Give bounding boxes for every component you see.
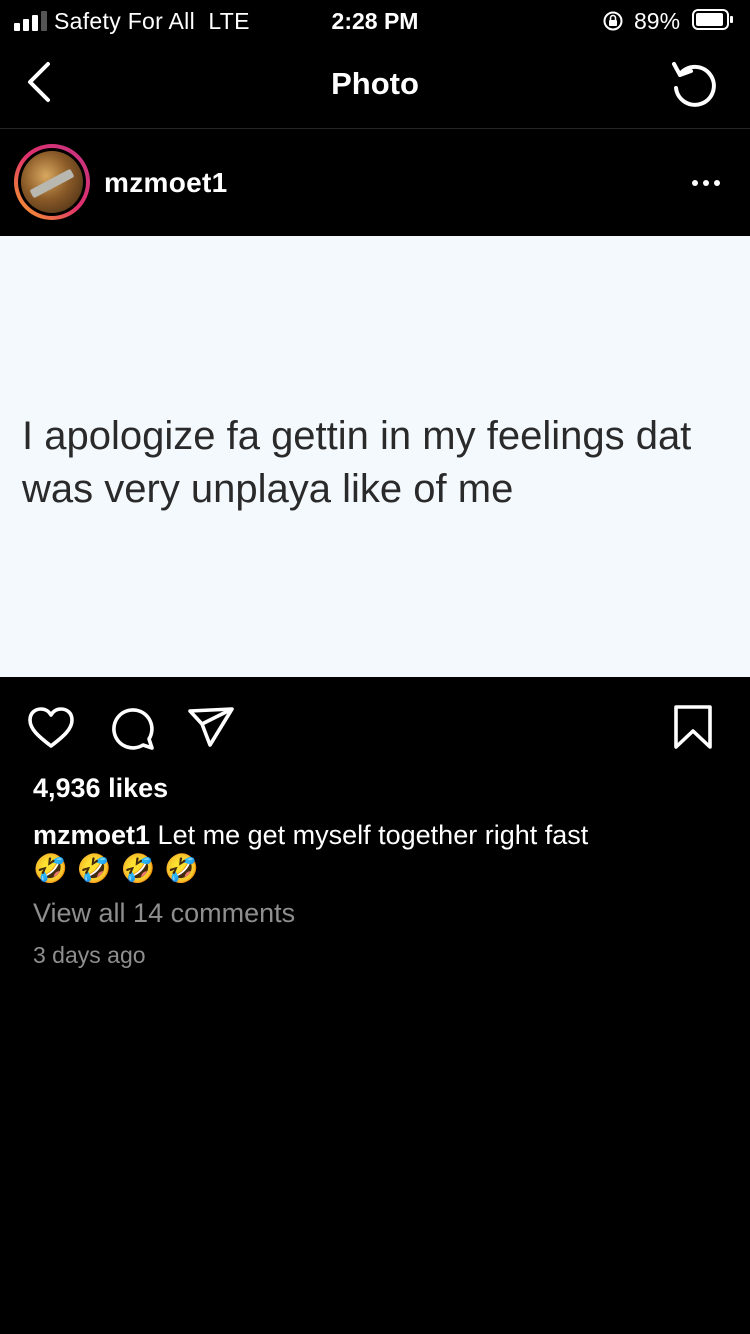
bookmark-icon (674, 705, 712, 749)
more-options-button[interactable] (686, 171, 726, 195)
nav-bar: Photo (0, 40, 750, 129)
refresh-button[interactable] (668, 58, 720, 110)
save-button[interactable] (668, 703, 718, 753)
post-username[interactable]: mzmoet1 (104, 167, 227, 199)
avatar-image (21, 151, 83, 213)
view-comments-link[interactable]: View all 14 comments (33, 898, 295, 929)
battery-icon (692, 9, 733, 30)
comment-icon (112, 708, 154, 750)
likes-count[interactable]: 4,936 likes (33, 773, 168, 804)
battery-percent: 89% (634, 8, 681, 34)
post-timestamp: 3 days ago (33, 942, 146, 968)
status-bar: Safety For All LTE 2:28 PM 89% (0, 0, 750, 40)
page-title: Photo (331, 66, 419, 101)
like-button[interactable] (26, 703, 76, 753)
more-dots-icon (692, 180, 698, 186)
post-image[interactable]: I apologize fa gettin in my feelings dat… (0, 236, 750, 677)
send-icon (188, 707, 234, 747)
post-header: mzmoet1 (0, 129, 750, 235)
refresh-icon (672, 62, 716, 107)
share-button[interactable] (186, 703, 236, 753)
heart-icon (28, 707, 74, 748)
post-caption: mzmoet1 Let me get myself together right… (33, 818, 713, 886)
post-actions (0, 677, 750, 775)
post-image-text: I apologize fa gettin in my feelings dat… (22, 414, 692, 511)
caption-emojis: 🤣 🤣 🤣 🤣 (33, 852, 200, 885)
rotation-lock-icon (602, 10, 624, 37)
avatar[interactable] (14, 144, 90, 220)
caption-text: Let me get myself together right fast (157, 820, 589, 850)
caption-username[interactable]: mzmoet1 (33, 820, 150, 850)
comment-button[interactable] (106, 703, 156, 753)
